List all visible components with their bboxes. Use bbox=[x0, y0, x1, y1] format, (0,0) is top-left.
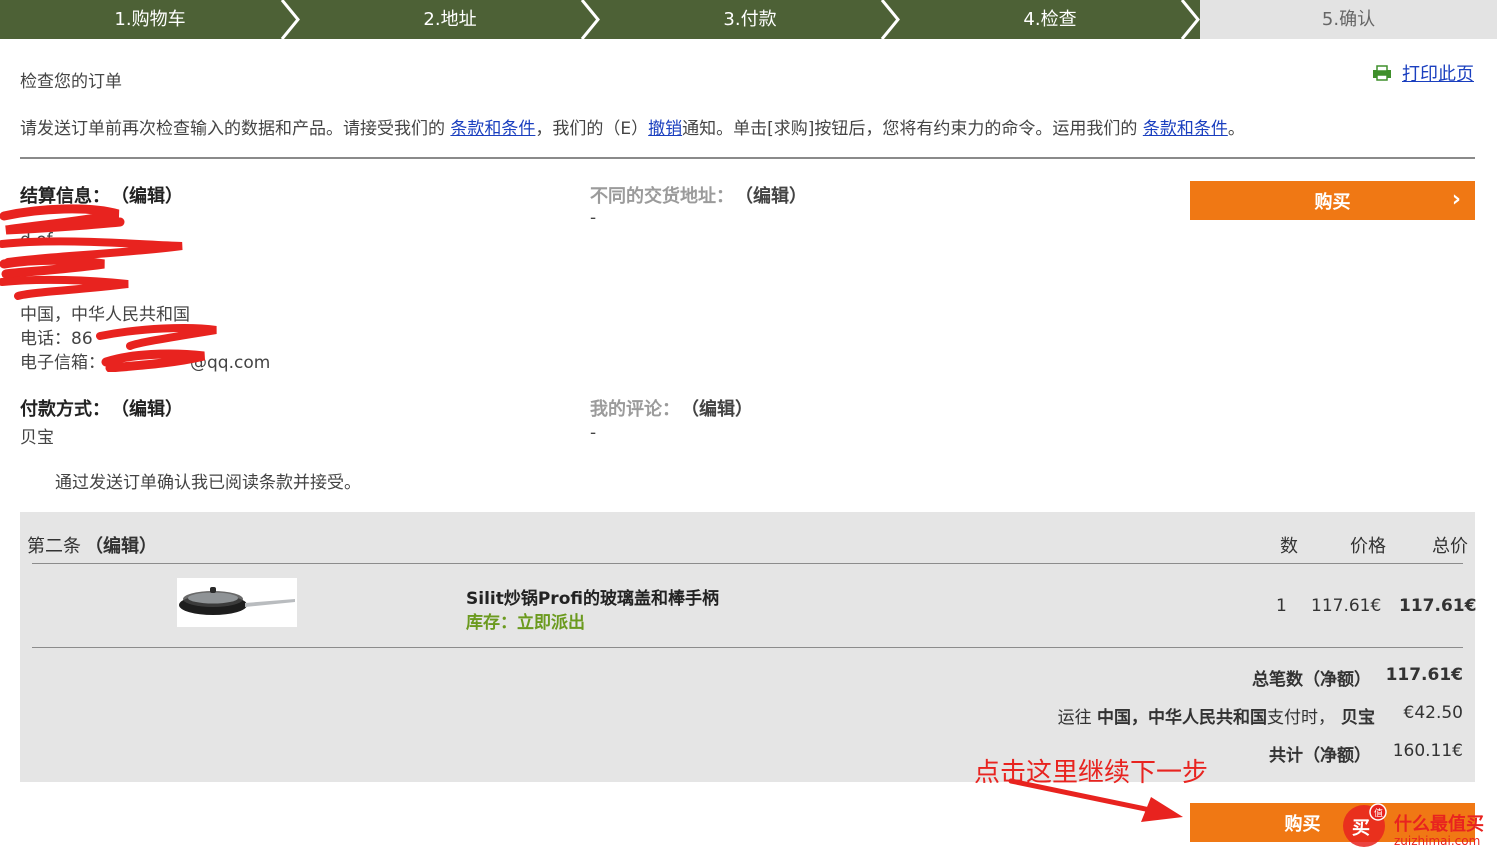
watermark-domain: zuizhimai.com bbox=[1394, 834, 1481, 848]
shipping-pre: 运往 bbox=[1057, 708, 1097, 728]
email-label: 电子信箱： bbox=[20, 353, 105, 373]
step-payment[interactable]: 3.付款 bbox=[600, 0, 900, 39]
step-address[interactable]: 2.地址 bbox=[300, 0, 600, 39]
redaction-scribble bbox=[0, 204, 217, 350]
intro-part: ，我们的（E） bbox=[535, 119, 649, 139]
wok-icon bbox=[179, 587, 295, 615]
subtotal-label: 总笔数（净额） bbox=[1252, 670, 1371, 690]
intro-part: 。 bbox=[1227, 119, 1245, 139]
payment-title: 付款方式： （编辑） bbox=[20, 395, 183, 421]
checkout-steps: 1.购物车 2.地址 3.付款 4.检查 5.确认 bbox=[0, 0, 1497, 39]
payment-value: 贝宝 bbox=[20, 428, 54, 448]
col-total: 总价 bbox=[1432, 536, 1468, 557]
step-separator-icon bbox=[280, 0, 300, 39]
chevron-right-icon: › bbox=[1451, 187, 1461, 212]
step-cart[interactable]: 1.购物车 bbox=[0, 0, 300, 39]
print-page[interactable]: 打印此页 bbox=[1372, 60, 1474, 86]
step-separator-icon bbox=[880, 0, 900, 39]
shipping-method: 贝宝 bbox=[1341, 708, 1375, 728]
page-title: 检查您的订单 bbox=[20, 72, 122, 92]
item-price: 117.61€ bbox=[1311, 596, 1382, 616]
watermark-mini: 值 bbox=[1374, 809, 1384, 819]
grand-total-value: 160.11€ bbox=[1392, 741, 1463, 761]
step-label: 4.检查 bbox=[1023, 9, 1077, 30]
step-label: 5.确认 bbox=[1321, 9, 1376, 30]
comment-edit-link[interactable]: （编辑） bbox=[690, 399, 753, 420]
buy-label: 购买 bbox=[1284, 813, 1321, 835]
col-qty: 数 bbox=[1280, 536, 1298, 557]
watermark: 买 值 什么最值买 zuizhimai.com bbox=[1340, 800, 1497, 855]
col-price: 价格 bbox=[1350, 536, 1386, 557]
step-label: 3.付款 bbox=[723, 9, 777, 30]
step-label: 2.地址 bbox=[423, 9, 477, 30]
delivery-title-label: 不同的交货地址： bbox=[590, 186, 734, 207]
step-label: 1.购物车 bbox=[114, 9, 186, 30]
delivery-value: - bbox=[590, 208, 597, 228]
confirm-text: 通过发送订单确认我已阅读条款并接受。 bbox=[55, 473, 361, 493]
terms-link-2[interactable]: 条款和条件 bbox=[1143, 119, 1228, 139]
watermark-text: 什么最值买 bbox=[1394, 814, 1484, 835]
divider bbox=[32, 647, 1463, 648]
cart-header-label: 第二条 bbox=[27, 536, 81, 557]
comment-value: - bbox=[590, 423, 597, 443]
buy-label: 购买 bbox=[1314, 191, 1351, 213]
subtotal-value: 117.61€ bbox=[1385, 665, 1463, 685]
redaction-scribble-email bbox=[101, 349, 206, 372]
product-image[interactable] bbox=[177, 578, 297, 627]
comment-title: 我的评论： （编辑） bbox=[590, 395, 753, 421]
step-confirm: 5.确认 bbox=[1200, 0, 1497, 39]
divider bbox=[32, 563, 1463, 564]
cart-edit-link[interactable]: （编辑） bbox=[85, 536, 157, 557]
intro-part: 请发送订单前再次检查输入的数据和产品。请接受我们的 bbox=[20, 119, 451, 139]
intro-part: 通知。单击[求购]按钮后，您将有约束力的命令。运用我们的 bbox=[682, 119, 1143, 139]
payment-edit-link[interactable]: （编辑） bbox=[120, 399, 183, 420]
step-separator-icon bbox=[1180, 0, 1200, 39]
product-name[interactable]: Silit炒锅Profi的玻璃盖和棒手柄 bbox=[466, 584, 719, 609]
print-link[interactable]: 打印此页 bbox=[1402, 60, 1474, 86]
grand-total-label: 共计（净额） bbox=[1269, 746, 1371, 766]
shipping-mid: 支付时， bbox=[1267, 708, 1335, 728]
buy-button-top[interactable]: 购买 › bbox=[1190, 181, 1475, 220]
cart-summary: 第二条 （编辑） 数 价格 总价 Silit炒锅Profi的玻璃盖和棒手柄 库存：… bbox=[20, 512, 1477, 782]
shipping-country: 中国，中华人民共和国 bbox=[1097, 708, 1267, 728]
delivery-title: 不同的交货地址： （编辑） bbox=[590, 182, 807, 208]
watermark-badge: 买 bbox=[1352, 818, 1370, 839]
payment-title-label: 付款方式： bbox=[20, 399, 110, 420]
step-review: 4.检查 bbox=[900, 0, 1200, 39]
withdrawal-link[interactable]: 撤销 bbox=[648, 119, 682, 139]
item-qty: 1 bbox=[1276, 596, 1287, 616]
delivery-edit-link[interactable]: （编辑） bbox=[744, 186, 807, 207]
terms-link[interactable]: 条款和条件 bbox=[450, 119, 535, 139]
shipping-line: 运往 中国，中华人民共和国支付时， 贝宝 bbox=[1058, 703, 1375, 728]
stock-status: 库存：立即派出 bbox=[466, 613, 585, 633]
printer-icon bbox=[1373, 65, 1391, 81]
comment-title-label: 我的评论： bbox=[590, 399, 680, 420]
shipping-value: €42.50 bbox=[1403, 703, 1463, 723]
divider bbox=[20, 157, 1475, 159]
intro-text: 请发送订单前再次检查输入的数据和产品。请接受我们的 条款和条件，我们的（E）撤销… bbox=[20, 114, 1245, 139]
step-separator-icon bbox=[580, 0, 600, 39]
cart-header: 第二条 （编辑） bbox=[27, 532, 157, 558]
item-total: 117.61€ bbox=[1399, 596, 1477, 616]
arrow-icon bbox=[1008, 778, 1183, 822]
